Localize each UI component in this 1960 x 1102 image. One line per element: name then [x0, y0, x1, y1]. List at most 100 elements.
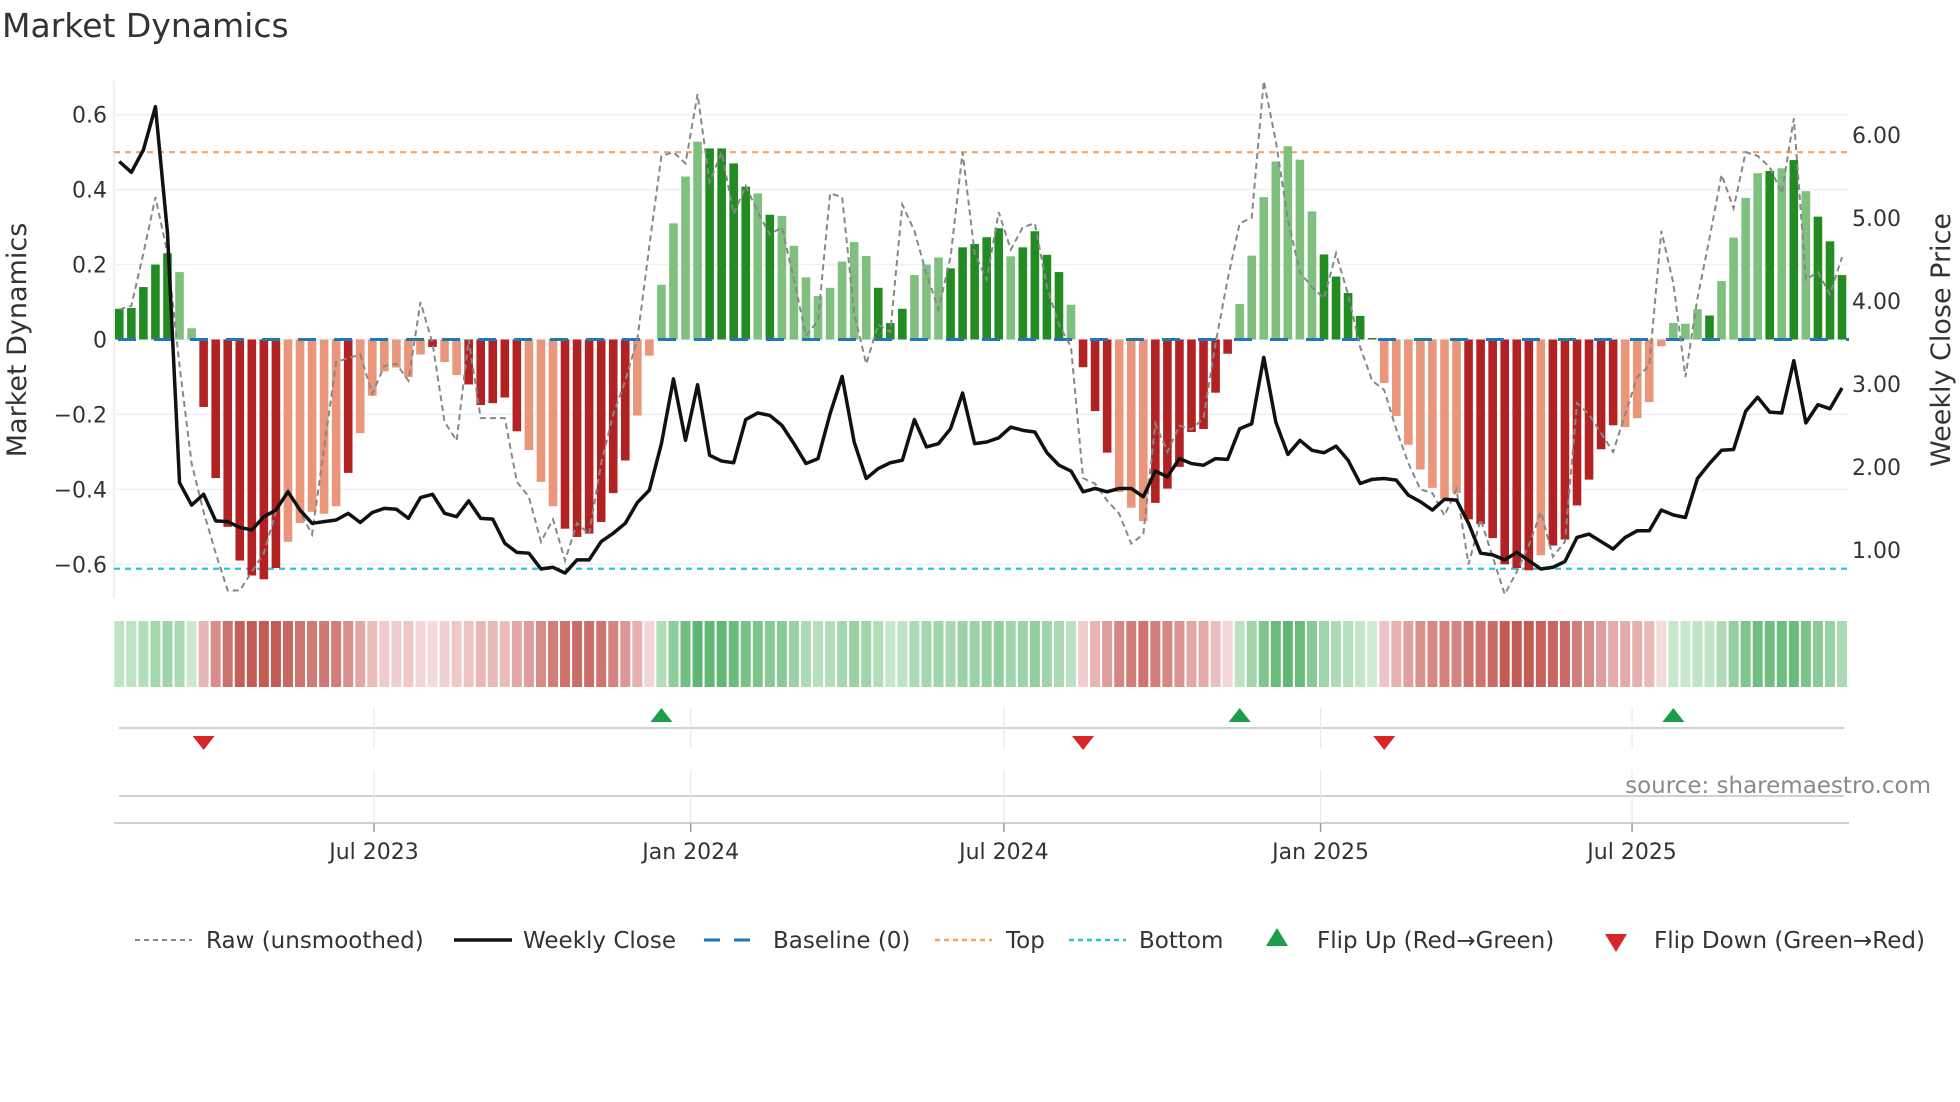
regime-cell [1571, 621, 1582, 687]
regime-cell [1837, 621, 1848, 687]
bar [898, 308, 907, 340]
y-right-tick-label: 5.00 [1852, 207, 1901, 232]
regime-cell [1198, 621, 1209, 687]
bar [1030, 231, 1040, 340]
legend-item-flip-down: Flip Down (Green→Red) [1605, 928, 1925, 954]
regime-cell [1463, 621, 1474, 687]
regime-cell [1716, 621, 1727, 687]
legend-label: Baseline (0) [773, 928, 910, 954]
regime-cell [1752, 621, 1763, 687]
regime-cell [1186, 621, 1197, 687]
x-tick-label: Jan 2025 [1270, 840, 1369, 865]
bar [1464, 339, 1473, 520]
regime-cell [1800, 621, 1811, 687]
bar [1259, 197, 1269, 340]
bar [1765, 170, 1775, 340]
regime-cell [475, 621, 486, 687]
bar [1367, 338, 1377, 340]
regime-cell [1596, 621, 1607, 687]
bar [1476, 339, 1485, 525]
bar [1741, 197, 1750, 340]
regime-cell [1487, 621, 1498, 687]
regime-cell [511, 621, 522, 687]
regime-cell [331, 621, 342, 687]
bar [1717, 281, 1726, 340]
regime-cell [258, 621, 269, 687]
regime-cell [1511, 621, 1522, 687]
bar [1391, 339, 1401, 416]
bar [1669, 323, 1678, 340]
regime-cell [1234, 621, 1245, 687]
regime-cell [1764, 621, 1775, 687]
regime-cell [1282, 621, 1293, 687]
bar [681, 176, 690, 340]
regime-cell [282, 621, 293, 687]
legend-item-bottom: Bottom [1069, 928, 1223, 954]
bar [476, 339, 486, 406]
market-dynamics-chart: 0.6 0.4 0.2 0 −0.2 −0.4 −0.6 6.00 5.00 4.00 3.00 2… [2, 80, 1957, 954]
legend: Raw (unsmoothed) Weekly Close Baseline (… [135, 928, 1925, 954]
bar [115, 308, 124, 340]
triangle-down-icon [1605, 934, 1627, 952]
bar [1247, 255, 1257, 340]
triangle-up-icon [1266, 928, 1288, 946]
bar [512, 339, 522, 432]
regime-cell [295, 621, 306, 687]
regime-cell [885, 621, 896, 687]
regime-cell [1824, 621, 1835, 687]
regime-cell [1584, 621, 1595, 687]
regime-cell [1403, 621, 1414, 687]
regime-cell [1439, 621, 1450, 687]
left-axis-ticks: 0.6 0.4 0.2 0 −0.2 −0.4 −0.6 [54, 104, 107, 579]
bar [548, 339, 558, 507]
regime-cell [620, 621, 631, 687]
bar [1753, 173, 1762, 340]
bar [127, 308, 136, 340]
regime-cell [969, 621, 980, 687]
regime-cell [560, 621, 571, 687]
bar [440, 339, 449, 362]
regime-cell [1029, 621, 1040, 687]
y-tick-label: 0 [93, 329, 107, 354]
regime-cell [535, 621, 546, 687]
bar [1126, 339, 1136, 508]
bar [283, 339, 293, 542]
regime-cell [246, 621, 257, 687]
regime-cell [523, 621, 534, 687]
regime-cell [1005, 621, 1016, 687]
bar [596, 339, 606, 522]
bar [295, 339, 305, 524]
regime-cell [1210, 621, 1221, 687]
bar [1114, 339, 1124, 492]
regime-cell [150, 621, 161, 687]
bars [115, 141, 1847, 580]
right-axis-ticks: 6.00 5.00 4.00 3.00 2.00 1.00 [1852, 124, 1901, 564]
regime-cell [415, 621, 426, 687]
bar [1054, 272, 1064, 340]
bar [1681, 323, 1690, 340]
regime-cell [1632, 621, 1643, 687]
regime-cell [1150, 621, 1161, 687]
legend-item-flip-up: Flip Up (Red→Green) [1266, 928, 1554, 954]
bar [777, 215, 787, 340]
regime-cell [1379, 621, 1390, 687]
bar [247, 339, 257, 576]
bar [416, 339, 425, 355]
bar [825, 287, 835, 340]
y-tick-label: −0.6 [54, 553, 107, 578]
regime-cell [1391, 621, 1402, 687]
bar [223, 339, 233, 527]
regime-cell [1162, 621, 1173, 687]
bar [1452, 339, 1461, 494]
regime-cell [1547, 621, 1558, 687]
y-right-tick-label: 1.00 [1852, 539, 1901, 564]
regime-cell [993, 621, 1004, 687]
bar [1319, 254, 1329, 340]
y-tick-label: 0.6 [72, 104, 107, 129]
bar [1331, 276, 1341, 340]
x-tick-label: Jul 2024 [957, 840, 1049, 865]
legend-label: Top [1005, 928, 1045, 954]
regime-cell [1559, 621, 1570, 687]
regime-cell [234, 621, 245, 687]
bar [1813, 216, 1823, 340]
